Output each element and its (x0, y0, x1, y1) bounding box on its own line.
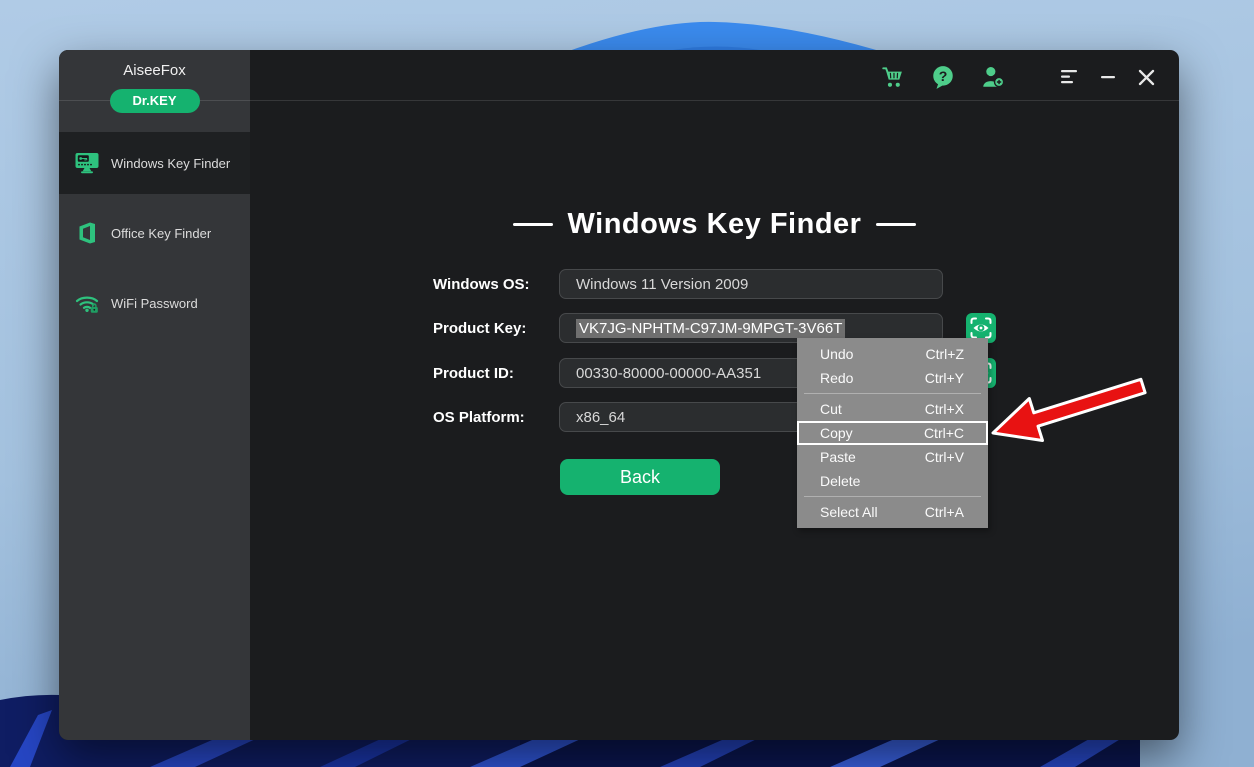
menu-item-cut[interactable]: Cut Ctrl+X (797, 397, 988, 421)
field-label: Windows OS: (433, 276, 559, 293)
menu-item-label: Select All (820, 504, 878, 520)
titlebar: ? (879, 63, 1157, 91)
account-add-icon (980, 64, 1006, 90)
menu-item-delete[interactable]: Delete (797, 469, 988, 493)
close-button[interactable] (1135, 63, 1157, 91)
windows-key-finder-icon (74, 150, 100, 176)
page-title: Windows Key Finder (568, 208, 862, 241)
sidebar-item-label: Windows Key Finder (111, 156, 230, 171)
menu-item-shortcut: Ctrl+Z (926, 346, 965, 362)
brand-badge: Dr.KEY (110, 89, 200, 113)
menu-divider (804, 496, 981, 497)
titlebar-divider (59, 100, 1179, 101)
context-menu: Undo Ctrl+Z Redo Ctrl+Y Cut Ctrl+X Copy … (797, 338, 988, 528)
minimize-icon (1100, 69, 1116, 85)
sidebar-nav: Windows Key Finder Office Key Finder (59, 132, 250, 342)
desktop: AiseeFox Dr.KEY (0, 0, 1254, 767)
menu-item-undo[interactable]: Undo Ctrl+Z (797, 342, 988, 366)
office-key-finder-icon (74, 220, 100, 246)
menu-item-shortcut: Ctrl+X (925, 401, 964, 417)
wifi-password-icon (74, 290, 100, 316)
menu-item-shortcut: Ctrl+Y (925, 370, 964, 386)
field-label: Product Key: (433, 320, 559, 337)
field-value: x86_64 (576, 409, 625, 426)
page-title-row: Windows Key Finder (250, 202, 1179, 246)
selected-text: VK7JG-NPHTM-C97JM-9MPGT-3V66T (576, 319, 845, 338)
back-button[interactable]: Back (560, 459, 720, 495)
cart-icon (880, 64, 906, 90)
field-label: OS Platform: (433, 409, 559, 426)
svg-text:?: ? (939, 68, 948, 84)
menu-divider (804, 393, 981, 394)
menu-item-copy[interactable]: Copy Ctrl+C (797, 421, 988, 445)
menu-item-label: Cut (820, 401, 842, 417)
title-dash-right (876, 223, 916, 226)
sidebar-item-wifi-password[interactable]: WiFi Password (59, 272, 250, 334)
field-label: Product ID: (433, 365, 559, 382)
menu-item-shortcut: Ctrl+C (924, 425, 964, 441)
menu-item-label: Undo (820, 346, 853, 362)
field-value: Windows 11 Version 2009 (576, 276, 748, 293)
window-menu-button[interactable] (1059, 63, 1081, 91)
title-dash-left (513, 223, 553, 226)
sidebar-item-windows-key-finder[interactable]: Windows Key Finder (59, 132, 250, 194)
help-button[interactable]: ? (929, 63, 957, 91)
sidebar-item-label: WiFi Password (111, 296, 198, 311)
app-window: AiseeFox Dr.KEY (59, 50, 1179, 740)
windows-os-field[interactable]: Windows 11 Version 2009 (559, 269, 943, 299)
help-icon: ? (930, 64, 956, 90)
menu-item-label: Delete (820, 473, 860, 489)
menu-icon (1061, 69, 1079, 85)
field-value: 00330-80000-00000-AA351 (576, 365, 761, 382)
menu-item-label: Paste (820, 449, 856, 465)
cart-button[interactable] (879, 63, 907, 91)
minimize-button[interactable] (1097, 63, 1119, 91)
sidebar: AiseeFox Dr.KEY (59, 50, 250, 740)
close-icon (1138, 69, 1155, 86)
sidebar-item-office-key-finder[interactable]: Office Key Finder (59, 202, 250, 264)
menu-item-label: Copy (820, 425, 853, 441)
app-name: AiseeFox (59, 62, 250, 79)
menu-item-redo[interactable]: Redo Ctrl+Y (797, 366, 988, 390)
menu-item-shortcut: Ctrl+V (925, 449, 964, 465)
account-add-button[interactable] (979, 63, 1007, 91)
menu-item-paste[interactable]: Paste Ctrl+V (797, 445, 988, 469)
menu-item-label: Redo (820, 370, 853, 386)
sidebar-item-label: Office Key Finder (111, 226, 211, 241)
menu-item-select-all[interactable]: Select All Ctrl+A (797, 500, 988, 524)
menu-item-shortcut: Ctrl+A (925, 504, 964, 520)
field-row-windows-os: Windows OS: Windows 11 Version 2009 (433, 269, 943, 299)
